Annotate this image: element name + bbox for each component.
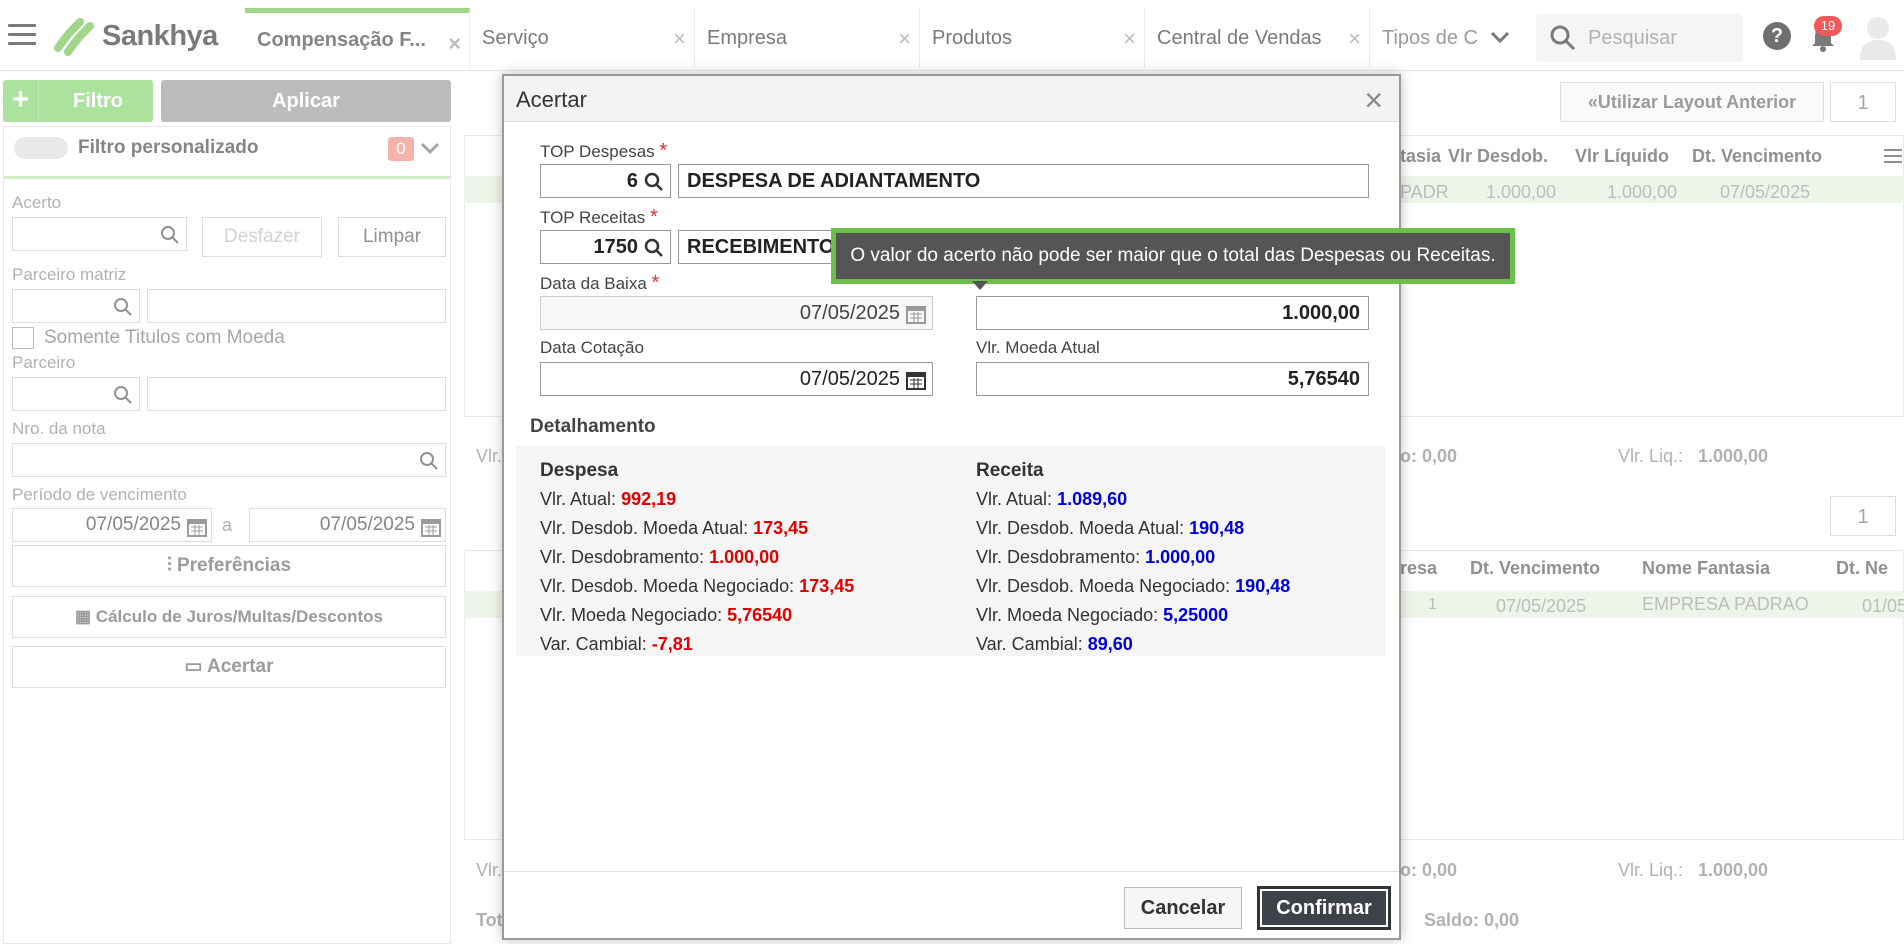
valor-value: 1.000,00 xyxy=(1282,301,1360,324)
receita-row: Vlr. Desdob. Moeda Negociado: 190,48 xyxy=(976,576,1291,596)
receita-heading: Receita xyxy=(976,460,1044,481)
despesa-row: Vlr. Desdobramento: 1.000,00 xyxy=(540,547,780,567)
despesa-column: Despesa Vlr. Atual: 992,19 Vlr. Desdob. … xyxy=(540,456,920,659)
vlr-moeda-input[interactable]: 5,76540 xyxy=(976,362,1369,396)
calendar-icon[interactable] xyxy=(906,370,926,390)
calendar-icon[interactable] xyxy=(906,304,926,324)
receita-column: Receita Vlr. Atual: 1.089,60 Vlr. Desdob… xyxy=(976,456,1376,659)
dialog-footer-divider xyxy=(504,871,1399,872)
dialog-title: Acertar xyxy=(516,87,587,112)
data-baixa-label: Data da Baixa * xyxy=(540,272,660,294)
top-receitas-label: TOP Receitas * xyxy=(540,206,658,228)
receita-row: Vlr. Desdob. Moeda Atual: 190,48 xyxy=(976,518,1245,538)
despesa-row: Vlr. Desdob. Moeda Negociado: 173,45 xyxy=(540,576,855,596)
receita-row: Vlr. Moeda Negociado: 5,25000 xyxy=(976,605,1229,625)
search-icon[interactable] xyxy=(644,238,664,258)
top-despesas-code-input[interactable]: 6 xyxy=(540,164,671,198)
close-icon[interactable]: × xyxy=(1364,82,1383,119)
validation-message: O valor do acerto não pode ser maior que… xyxy=(836,233,1510,279)
despesa-row: Vlr. Atual: 992,19 xyxy=(540,489,677,509)
confirm-button[interactable]: Confirmar xyxy=(1257,886,1391,930)
vlr-moeda-value: 5,76540 xyxy=(1287,367,1360,390)
top-despesas-label: TOP Despesas * xyxy=(540,140,668,162)
receita-row: Vlr. Desdobramento: 1.000,00 xyxy=(976,547,1216,567)
receita-row: Vlr. Atual: 1.089,60 xyxy=(976,489,1128,509)
validation-tooltip: O valor do acerto não pode ser maior que… xyxy=(831,228,1515,284)
top-receitas-code: 1750 xyxy=(593,235,639,258)
top-despesas-code: 6 xyxy=(626,169,638,192)
despesa-row: Vlr. Desdob. Moeda Atual: 173,45 xyxy=(540,518,809,538)
acertar-dialog: Acertar × TOP Despesas * 6 DESPESA DE AD… xyxy=(502,74,1401,940)
despesa-row: Vlr. Moeda Negociado: 5,76540 xyxy=(540,605,793,625)
valor-input[interactable]: 1.000,00 xyxy=(976,296,1369,330)
data-baixa-input[interactable]: 07/05/2025 xyxy=(540,296,933,330)
data-cotacao-input[interactable]: 07/05/2025 xyxy=(540,362,933,396)
top-despesas-desc: DESPESA DE ADIANTAMENTO xyxy=(678,164,1369,198)
dialog-header xyxy=(504,76,1399,122)
despesa-row: Var. Cambial: -7,81 xyxy=(540,634,693,654)
data-cotacao-value: 07/05/2025 xyxy=(799,367,900,390)
data-baixa-value: 07/05/2025 xyxy=(799,301,900,324)
vlr-moeda-label: Vlr. Moeda Atual xyxy=(976,338,1100,357)
detalhamento-heading: Detalhamento xyxy=(530,416,656,437)
cancel-button[interactable]: Cancelar xyxy=(1124,887,1242,929)
despesa-heading: Despesa xyxy=(540,460,619,481)
top-receitas-code-input[interactable]: 1750 xyxy=(540,230,671,264)
search-icon[interactable] xyxy=(644,172,664,192)
data-cotacao-label: Data Cotação xyxy=(540,338,644,357)
tooltip-arrow xyxy=(972,281,988,290)
receita-row: Var. Cambial: 89,60 xyxy=(976,634,1133,654)
